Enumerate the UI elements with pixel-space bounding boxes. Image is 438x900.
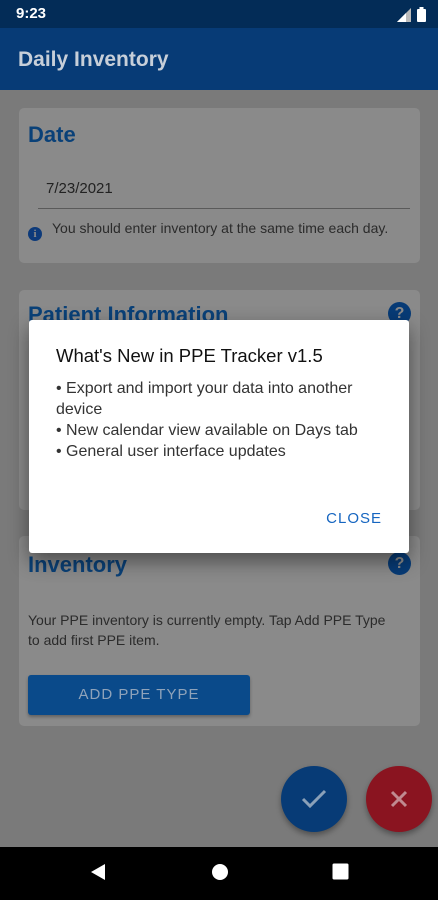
check-icon bbox=[301, 789, 327, 809]
status-bar: 9:23 bbox=[0, 0, 438, 28]
signal-icon bbox=[397, 7, 411, 22]
confirm-button[interactable] bbox=[281, 766, 347, 832]
inventory-help-icon[interactable]: ? bbox=[388, 552, 411, 575]
date-hint: You should enter inventory at the same t… bbox=[52, 220, 389, 236]
dialog-item: • Export and import your data into anoth… bbox=[56, 380, 353, 418]
home-icon[interactable] bbox=[211, 863, 229, 881]
dialog-title: What's New in PPE Tracker v1.5 bbox=[56, 345, 323, 366]
date-field[interactable]: 7/23/2021 bbox=[46, 180, 113, 197]
inventory-card: Inventory ? Your PPE inventory is curren… bbox=[19, 536, 420, 726]
app-bar: Daily Inventory bbox=[0, 28, 438, 90]
dialog-item: • General user interface updates bbox=[56, 443, 286, 460]
cancel-button[interactable] bbox=[366, 766, 432, 832]
whats-new-dialog: What's New in PPE Tracker v1.5 • Export … bbox=[29, 320, 409, 553]
status-icons bbox=[397, 7, 426, 22]
date-field-underline bbox=[38, 208, 410, 209]
inventory-empty-message: Your PPE inventory is currently empty. T… bbox=[28, 612, 386, 648]
date-card: Date 7/23/2021 i You should enter invent… bbox=[19, 108, 420, 263]
close-icon bbox=[390, 790, 408, 808]
dialog-body: • Export and import your data into anoth… bbox=[56, 378, 386, 462]
recents-icon[interactable] bbox=[332, 863, 349, 880]
add-ppe-type-button[interactable]: ADD PPE TYPE bbox=[28, 675, 250, 715]
info-icon: i bbox=[28, 227, 42, 241]
battery-icon bbox=[417, 7, 426, 22]
back-icon[interactable] bbox=[90, 863, 106, 881]
inventory-card-title: Inventory bbox=[28, 552, 128, 577]
app-title: Daily Inventory bbox=[18, 48, 169, 71]
system-nav-bar bbox=[0, 847, 438, 900]
dialog-close-button[interactable]: CLOSE bbox=[326, 510, 382, 527]
dialog-item: • New calendar view available on Days ta… bbox=[56, 422, 358, 439]
status-time: 9:23 bbox=[16, 5, 47, 22]
date-card-title: Date bbox=[28, 122, 76, 147]
